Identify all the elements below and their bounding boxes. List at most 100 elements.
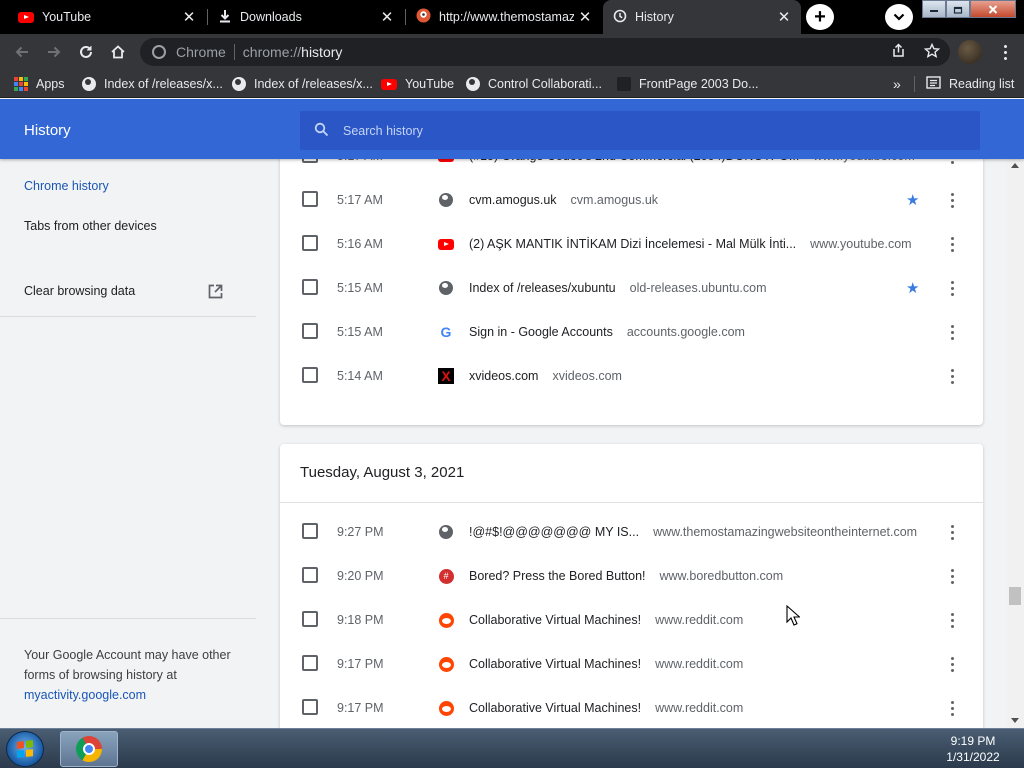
minimize-button[interactable] [922, 0, 946, 18]
row-checkbox[interactable] [302, 235, 318, 251]
row-text: Collaborative Virtual Machines! www.reddi… [469, 686, 743, 728]
row-title-link[interactable]: xvideos.com [469, 369, 538, 383]
history-row[interactable]: 9:17 PM Collaborative Virtual Machines! w… [280, 686, 983, 728]
row-title-link[interactable]: Collaborative Virtual Machines! [469, 701, 641, 715]
row-text: xvideos.com xvideos.com [469, 354, 622, 398]
bookmark-index-releases-1[interactable]: Index of /releases/x... [82, 70, 223, 98]
scroll-down-arrow-icon[interactable] [1011, 718, 1019, 723]
reading-list-button[interactable]: Reading list [926, 70, 1014, 98]
url-text[interactable]: chrome://history [243, 44, 343, 60]
history-row[interactable]: 9:17 PM Collaborative Virtual Machines! w… [280, 642, 983, 686]
more-actions-icon[interactable] [942, 191, 962, 209]
row-checkbox[interactable] [302, 611, 318, 627]
restore-button[interactable] [946, 0, 970, 18]
row-title-link[interactable]: cvm.amogus.uk [469, 193, 557, 207]
row-time: 5:14 AM [337, 369, 383, 383]
history-row[interactable]: 9:18 PM Collaborative Virtual Machines! w… [280, 598, 983, 642]
row-text: Bored? Press the Bored Button! www.boredb… [469, 554, 783, 598]
bookmark-frontpage[interactable]: FrontPage 2003 Do... [617, 70, 759, 98]
row-time: 9:20 PM [337, 569, 384, 583]
row-checkbox[interactable] [302, 279, 318, 295]
more-actions-icon[interactable] [942, 523, 962, 541]
close-icon[interactable]: ✕ [178, 6, 200, 28]
reload-button[interactable] [72, 38, 100, 66]
scrollbar-thumb[interactable] [1009, 587, 1021, 605]
home-button[interactable] [104, 38, 132, 66]
history-row[interactable]: 9:20 PM # Bored? Press the Bored Button!… [280, 554, 983, 598]
more-actions-icon[interactable] [942, 323, 962, 341]
tab-history[interactable]: History ✕ [603, 0, 801, 34]
more-actions-icon[interactable] [942, 611, 962, 629]
row-title-link[interactable]: Bored? Press the Bored Button! [469, 569, 646, 583]
history-row[interactable]: 5:15 AM G Sign in - Google Accounts accou… [280, 310, 983, 354]
close-icon[interactable]: ✕ [376, 6, 398, 28]
history-page: History Chrome history Tabs from other d… [0, 99, 1024, 728]
bookmark-control-collaborative[interactable]: Control Collaborati... [466, 70, 602, 98]
row-domain: www.reddit.com [655, 657, 744, 671]
tab-downloads[interactable]: Downloads ✕ [208, 0, 404, 34]
row-checkbox[interactable] [302, 191, 318, 207]
more-actions-icon[interactable] [942, 367, 962, 385]
bookmark-apps[interactable]: Apps [14, 70, 65, 98]
google-icon: G [440, 324, 452, 340]
more-actions-icon[interactable] [942, 279, 962, 297]
history-row[interactable]: 5:14 AM X xvideos.com xvideos.com [280, 354, 983, 398]
row-title-link[interactable]: Collaborative Virtual Machines! [469, 657, 641, 671]
system-clock[interactable]: 9:19 PM 1/31/2022 [930, 733, 1016, 765]
bookmarks-overflow-button[interactable]: » [893, 70, 901, 98]
row-text: cvm.amogus.uk cvm.amogus.uk [469, 178, 658, 222]
chevron-down-icon [893, 13, 905, 21]
row-checkbox[interactable] [302, 367, 318, 383]
row-checkbox[interactable] [302, 699, 318, 715]
taskbar-chrome-button[interactable] [60, 731, 118, 767]
youtube-icon [18, 11, 34, 23]
more-actions-icon[interactable] [942, 655, 962, 673]
row-title-link[interactable]: Sign in - Google Accounts [469, 325, 613, 339]
row-checkbox[interactable] [302, 655, 318, 671]
browser-toolbar: Chrome chrome://history [0, 34, 1024, 70]
row-checkbox[interactable] [302, 523, 318, 539]
row-title-link[interactable]: Index of /releases/xubuntu [469, 281, 616, 295]
back-button[interactable] [8, 38, 36, 66]
start-button[interactable] [6, 731, 44, 767]
more-actions-icon[interactable] [942, 567, 962, 585]
history-row[interactable]: 9:27 PM !@#$!@@@@@@@ MY IS... www.themost… [280, 510, 983, 554]
row-checkbox[interactable] [302, 323, 318, 339]
chrome-menu-button[interactable] [995, 40, 1015, 64]
clear-browsing-data-link[interactable]: Clear browsing data [24, 284, 135, 298]
bookmark-star-icon[interactable] [923, 42, 941, 62]
bookmark-index-releases-2[interactable]: Index of /releases/x... [232, 70, 373, 98]
bookmark-youtube[interactable]: YouTube [381, 70, 454, 98]
tab-youtube[interactable]: YouTube ✕ [8, 0, 206, 34]
row-title-link[interactable]: !@#$!@@@@@@@ MY IS... [469, 525, 639, 539]
row-domain: accounts.google.com [626, 325, 745, 339]
address-bar[interactable]: Chrome chrome://history [140, 38, 950, 66]
scroll-up-arrow-icon[interactable] [1011, 163, 1019, 168]
forward-button[interactable] [40, 38, 68, 66]
row-title-link[interactable]: Collaborative Virtual Machines! [469, 613, 641, 627]
search-history-box[interactable] [300, 111, 980, 150]
close-icon[interactable]: ✕ [574, 6, 596, 28]
share-icon[interactable] [891, 43, 906, 61]
history-row[interactable]: 5:16 AM (2) AŞK MANTIK İNTİKAM Dizi İnce… [280, 222, 983, 266]
profile-avatar[interactable] [958, 40, 982, 64]
row-checkbox[interactable] [302, 567, 318, 583]
row-title-link[interactable]: (2) AŞK MANTIK İNTİKAM Dizi İncelemesi -… [469, 237, 796, 251]
close-window-button[interactable] [970, 0, 1016, 18]
search-input[interactable] [343, 123, 943, 138]
sidebar-item-chrome-history[interactable]: Chrome history [24, 179, 109, 193]
tab-search-button[interactable] [885, 4, 913, 30]
bookmarked-star-icon[interactable]: ★ [906, 191, 919, 209]
row-text: Collaborative Virtual Machines! www.reddi… [469, 598, 743, 642]
tab-amazing-website[interactable]: http://www.themostamazingwebsiteontheint… [406, 0, 602, 34]
history-row[interactable]: 5:15 AM Index of /releases/xubuntu old-re… [280, 266, 983, 310]
more-actions-icon[interactable] [942, 235, 962, 253]
sidebar-item-tabs-other-devices[interactable]: Tabs from other devices [24, 219, 157, 233]
page-scrollbar[interactable] [1007, 159, 1024, 728]
more-actions-icon[interactable] [942, 699, 962, 717]
myactivity-link[interactable]: myactivity.google.com [24, 685, 239, 705]
bookmarked-star-icon[interactable]: ★ [906, 279, 919, 297]
history-row[interactable]: 5:17 AM cvm.amogus.uk cvm.amogus.uk ★ [280, 178, 983, 222]
close-icon[interactable]: ✕ [773, 6, 795, 28]
new-tab-button[interactable]: + [806, 4, 834, 30]
